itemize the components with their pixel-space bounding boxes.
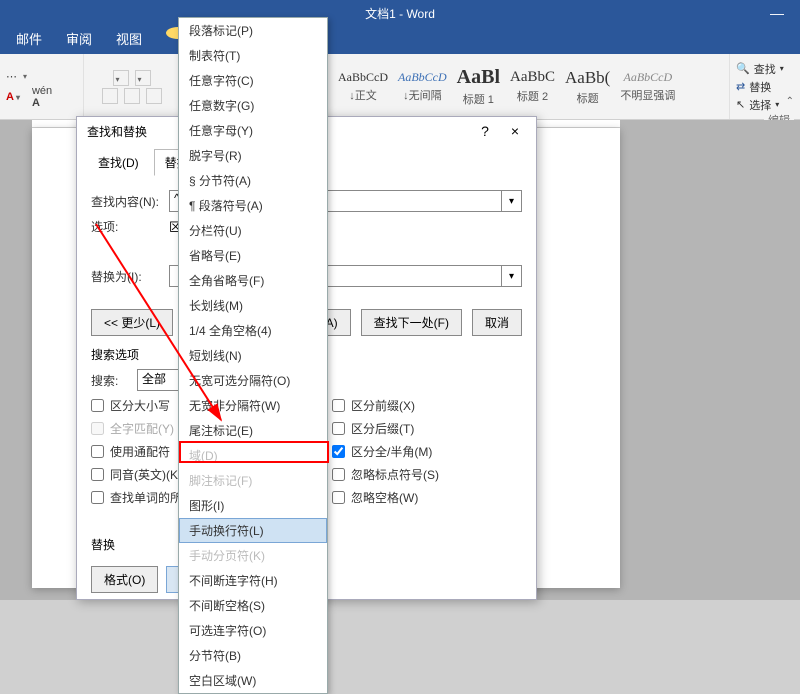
tab-review[interactable]: 审阅	[54, 23, 104, 54]
align-button[interactable]	[102, 88, 118, 104]
special-menu-item: 脚注标记(F)	[179, 468, 327, 493]
tab-find[interactable]: 查找(D)	[87, 149, 150, 176]
find-button[interactable]: 🔍查找 ▾	[736, 61, 794, 77]
collapse-ribbon-icon[interactable]: ⌃	[786, 96, 794, 107]
special-menu-item[interactable]: 分节符(B)	[179, 643, 327, 668]
dialog-help-button[interactable]: ?	[470, 123, 500, 139]
phonetic-guide-button[interactable]: wénA	[32, 85, 52, 109]
chk-prefix[interactable]: 区分前缀(X)	[332, 397, 439, 414]
chk-wildcards[interactable]: 使用通配符	[91, 443, 182, 460]
special-menu-item[interactable]: 尾注标记(E)	[179, 418, 327, 443]
ribbon: ⋯ A wénA AaBbCcD↓正文 AaBbCcD↓无间隔 AaBl标题 1…	[0, 54, 800, 120]
tab-mail[interactable]: 邮件	[4, 23, 54, 54]
minimize-button[interactable]: —	[754, 0, 800, 26]
bullets-button[interactable]	[113, 70, 129, 86]
style-normal[interactable]: AaBbCcD↓正文	[336, 66, 390, 107]
chevron-down-icon[interactable]: ▾	[501, 191, 521, 211]
replace-button[interactable]: ⇄替换	[736, 79, 794, 95]
font-color-button[interactable]: A	[6, 91, 20, 103]
cursor-icon: ↖	[736, 98, 745, 111]
chk-match-case[interactable]: 区分大小写	[91, 397, 182, 414]
ribbon-group-editing: 🔍查找 ▾ ⇄替换 ↖选择 ▾	[730, 54, 800, 119]
ribbon-group-font: ⋯ A wénA	[0, 54, 84, 119]
replace-with-label: 替换为(I):	[91, 268, 163, 285]
chk-fullhalf[interactable]: 区分全/半角(M)	[332, 443, 439, 460]
window-controls: —	[754, 0, 800, 26]
ribbon-tabs: 邮件 审阅 视图 搜…	[0, 26, 800, 54]
ribbon-group-paragraph	[84, 54, 180, 119]
special-menu-item: 手动分页符(K)	[179, 543, 327, 568]
special-menu-item[interactable]: 不间断连字符(H)	[179, 568, 327, 593]
chk-word-forms[interactable]: 查找单词的所	[91, 489, 182, 506]
style-title[interactable]: AaBb(标题	[563, 64, 612, 110]
styles-gallery[interactable]: AaBbCcD↓正文 AaBbCcD↓无间隔 AaBl标题 1 AaBbC标题 …	[330, 54, 730, 119]
chk-whole-word: 全字匹配(Y)	[91, 420, 182, 437]
find-next-button[interactable]: 查找下一处(F)	[361, 309, 462, 336]
chk-ignore-punct[interactable]: 忽略标点符号(S)	[332, 466, 439, 483]
style-heading2[interactable]: AaBbC标题 2	[508, 65, 557, 108]
less-button[interactable]: << 更少(L)	[91, 309, 173, 336]
special-menu-item[interactable]: 可选连字符(O)	[179, 618, 327, 643]
style-heading1[interactable]: AaBl标题 1	[455, 62, 502, 111]
title-bar: 文档1 - Word —	[0, 0, 800, 26]
special-menu-item[interactable]: 空白区域(W)	[179, 668, 327, 693]
special-menu-item[interactable]: 任意数字(G)	[179, 93, 327, 118]
search-scope-label: 搜索:	[91, 372, 131, 389]
find-what-label: 查找内容(N):	[91, 193, 163, 210]
special-menu-item[interactable]: 任意字符(C)	[179, 68, 327, 93]
chevron-down-icon[interactable]: ▾	[501, 266, 521, 286]
cancel-button[interactable]: 取消	[472, 309, 522, 336]
align-button-3[interactable]	[146, 88, 162, 104]
special-menu-item[interactable]: 制表符(T)	[179, 43, 327, 68]
special-menu-item[interactable]: 1/4 全角空格(4)	[179, 318, 327, 343]
numbering-button[interactable]	[135, 70, 151, 86]
format-button[interactable]: 格式(O)	[91, 566, 158, 593]
chk-ignore-space[interactable]: 忽略空格(W)	[332, 489, 439, 506]
align-button-2[interactable]	[124, 88, 140, 104]
chk-sounds-like[interactable]: 同音(英文)(K	[91, 466, 182, 483]
special-menu-item[interactable]: 长划线(M)	[179, 293, 327, 318]
replace-icon: ⇄	[736, 80, 745, 93]
special-menu-item[interactable]: § 分节符(A)	[179, 168, 327, 193]
special-menu-item[interactable]: 分栏符(U)	[179, 218, 327, 243]
special-menu-item[interactable]: 任意字母(Y)	[179, 118, 327, 143]
style-subtle[interactable]: AaBbCcD不明显强调	[618, 66, 677, 107]
special-characters-menu: 段落标记(P)制表符(T)任意字符(C)任意数字(G)任意字母(Y)脱字号(R)…	[178, 17, 328, 694]
special-menu-item[interactable]: 省略号(E)	[179, 243, 327, 268]
dialog-close-button[interactable]: ×	[500, 123, 530, 139]
special-menu-item[interactable]: ¶ 段落符号(A)	[179, 193, 327, 218]
dialog-title-text: 查找和替换	[87, 123, 147, 140]
special-menu-item[interactable]: 手动换行符(L)	[179, 518, 327, 543]
special-menu-item[interactable]: 短划线(N)	[179, 343, 327, 368]
special-menu-item[interactable]: 无宽非分隔符(W)	[179, 393, 327, 418]
search-icon: 🔍	[736, 62, 750, 75]
window-title: 文档1 - Word	[365, 5, 435, 22]
special-menu-item[interactable]: 图形(I)	[179, 493, 327, 518]
special-menu-item[interactable]: 不间断空格(S)	[179, 593, 327, 618]
special-menu-item[interactable]: 段落标记(P)	[179, 18, 327, 43]
special-menu-item[interactable]: 脱字号(R)	[179, 143, 327, 168]
special-menu-item[interactable]: 全角省略号(F)	[179, 268, 327, 293]
font-dropdown[interactable]: ⋯	[6, 68, 77, 86]
style-no-spacing[interactable]: AaBbCcD↓无间隔	[396, 66, 449, 107]
options-label: 选项:	[91, 218, 163, 235]
special-menu-item[interactable]: 无宽可选分隔符(O)	[179, 368, 327, 393]
tab-view[interactable]: 视图	[104, 23, 154, 54]
special-menu-item: 域(D)	[179, 443, 327, 468]
chk-suffix[interactable]: 区分后缀(T)	[332, 420, 439, 437]
font-tools-row: A wénA	[6, 88, 77, 106]
